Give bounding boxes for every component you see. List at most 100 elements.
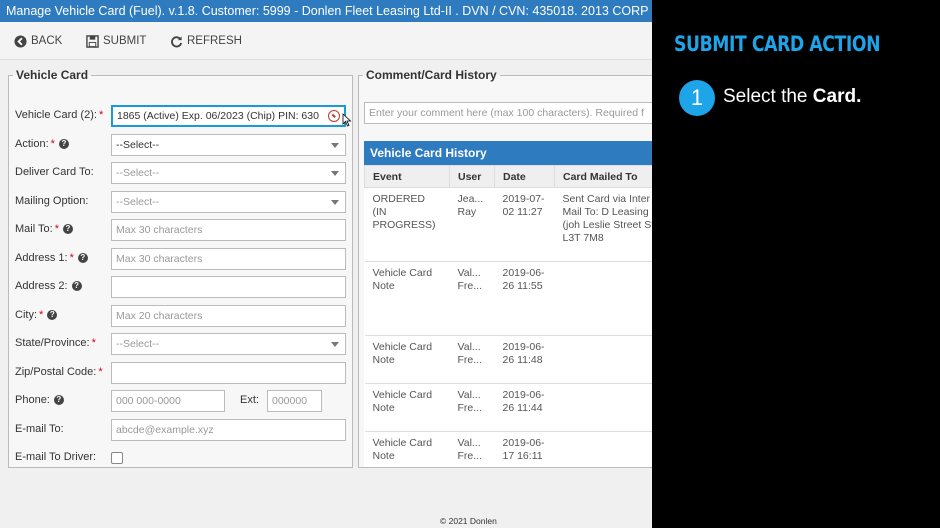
help-icon[interactable]: ? bbox=[71, 281, 82, 291]
deliver-card-select[interactable]: --Select-- bbox=[111, 162, 346, 184]
mail-to-row: Mail To: *? Max 30 characters bbox=[15, 219, 347, 241]
vehicle-card-label: Vehicle Card (2): bbox=[15, 109, 97, 121]
table-row[interactable]: Vehicle Card Note Val... Fre... 2019-06-… bbox=[364, 261, 658, 336]
cell-mailed-to: Sent Card via Inter Priority. Mail To: D… bbox=[554, 187, 658, 262]
cell-event: Vehicle Card Note bbox=[364, 431, 450, 467]
step-text-prefix: Select the bbox=[723, 86, 813, 107]
phone-input[interactable]: 000 000-0000 bbox=[111, 390, 225, 412]
mailing-option-label: Mailing Option: bbox=[15, 195, 89, 207]
save-icon bbox=[86, 34, 99, 48]
deliver-card-row: Deliver Card To: --Select-- bbox=[15, 162, 347, 184]
state-label: State/Province: bbox=[15, 337, 90, 349]
cell-mailed-to bbox=[554, 383, 658, 432]
refresh-button[interactable]: REFRESH bbox=[170, 33, 242, 49]
email-label: E-mail To: bbox=[15, 423, 64, 435]
step-text-bold: Card. bbox=[812, 86, 862, 107]
vehicle-card-row: Vehicle Card (2): * 1865 (Active) Exp. 06… bbox=[15, 105, 352, 127]
state-row: State/Province: * --Select-- bbox=[15, 333, 347, 355]
history-table-title: Vehicle Card History bbox=[364, 141, 658, 165]
address1-label: Address 1: bbox=[15, 252, 68, 264]
refresh-icon bbox=[171, 35, 183, 47]
history-table: Event User Date Card Mailed To ORDERED (… bbox=[364, 165, 658, 467]
help-icon[interactable]: ? bbox=[58, 139, 69, 149]
required-marker: * bbox=[54, 223, 59, 235]
required-marker: * bbox=[91, 337, 96, 349]
deliver-card-label: Deliver Card To: bbox=[15, 166, 94, 178]
comment-history-legend: Comment/Card History bbox=[366, 68, 497, 82]
cell-event: Vehicle Card Note bbox=[364, 383, 450, 432]
email-row: E-mail To: abcde@example.xyz bbox=[15, 419, 347, 441]
email-input[interactable]: abcde@example.xyz bbox=[111, 419, 346, 441]
mailing-option-select[interactable]: --Select-- bbox=[111, 191, 346, 213]
city-row: City: *? Max 20 characters bbox=[15, 305, 347, 327]
comment-input[interactable]: Enter your comment here (max 100 charact… bbox=[364, 102, 658, 124]
back-arrow-icon bbox=[14, 34, 27, 48]
action-row: Action: *? --Select-- bbox=[15, 134, 347, 156]
cell-user: Val... Fre... bbox=[449, 335, 495, 384]
step-number-badge: 1 bbox=[679, 80, 715, 116]
cell-date: 2019-06-26 11:55 bbox=[494, 261, 555, 336]
action-select[interactable]: --Select-- bbox=[111, 134, 346, 156]
zip-row: Zip/Postal Code: * bbox=[15, 362, 347, 384]
table-row[interactable]: Vehicle Card Note Val... Fre... 2019-06-… bbox=[364, 335, 658, 384]
mail-to-label: Mail To: bbox=[15, 223, 53, 235]
instruction-panel: SUBMIT CARD ACTION 1 Select the Card. bbox=[652, 0, 940, 528]
ext-input[interactable]: 000000 bbox=[267, 390, 322, 412]
table-row[interactable]: Vehicle Card Note Val... Fre... 2019-06-… bbox=[364, 431, 658, 467]
window-title: Manage Vehicle Card (Fuel). v.1.8. Custo… bbox=[0, 0, 652, 22]
cell-user: Val... Fre... bbox=[449, 431, 495, 467]
ext-label: Ext: bbox=[240, 394, 259, 406]
state-select[interactable]: --Select-- bbox=[111, 333, 346, 355]
cell-date: 2019-06-17 16:11 bbox=[494, 431, 555, 467]
help-icon[interactable]: ? bbox=[77, 253, 88, 263]
help-icon[interactable]: ? bbox=[53, 395, 64, 405]
instruction-title: SUBMIT CARD ACTION bbox=[674, 32, 881, 56]
address2-input[interactable] bbox=[111, 276, 346, 298]
cell-mailed-to bbox=[554, 431, 658, 467]
vehicle-card-select[interactable]: 1865 (Active) Exp. 06/2023 (Chip) PIN: 6… bbox=[111, 105, 346, 127]
submit-button-label: SUBMIT bbox=[103, 35, 147, 47]
cell-user: Val... Fre... bbox=[449, 383, 495, 432]
phone-label: Phone: bbox=[15, 394, 50, 406]
city-input[interactable]: Max 20 characters bbox=[111, 305, 346, 327]
submit-button[interactable]: SUBMIT bbox=[86, 33, 146, 49]
back-button[interactable]: BACK bbox=[14, 33, 62, 49]
cell-user: Val... Fre... bbox=[449, 261, 495, 336]
cell-date: 2019-06-26 11:48 bbox=[494, 335, 555, 384]
required-marker: * bbox=[50, 138, 55, 150]
copyright-footer: © 2021 Donlen bbox=[440, 516, 497, 526]
cell-user: Jea... Ray bbox=[449, 187, 495, 262]
address1-input[interactable]: Max 30 characters bbox=[111, 248, 346, 270]
refresh-button-label: REFRESH bbox=[187, 35, 242, 47]
table-row[interactable]: Vehicle Card Note Val... Fre... 2019-06-… bbox=[364, 383, 658, 432]
mail-to-input[interactable]: Max 30 characters bbox=[111, 219, 346, 241]
cell-event: ORDERED (IN PROGRESS) bbox=[364, 187, 450, 262]
action-label: Action: bbox=[15, 138, 49, 150]
required-marker: * bbox=[39, 309, 44, 321]
address1-row: Address 1: *? Max 30 characters bbox=[15, 248, 347, 270]
vehicle-card-fieldset: Vehicle Card Vehicle Card (2): * 1865 (Ac… bbox=[8, 68, 353, 468]
address2-row: Address 2:? bbox=[15, 276, 347, 298]
required-marker: * bbox=[98, 366, 103, 378]
vehicle-card-value: 1865 (Active) Exp. 06/2023 (Chip) PIN: 6… bbox=[117, 110, 319, 122]
mailing-option-row: Mailing Option: --Select-- bbox=[15, 191, 347, 213]
address2-label: Address 2: bbox=[15, 280, 68, 292]
help-icon[interactable]: ? bbox=[62, 224, 73, 234]
help-icon[interactable]: ? bbox=[47, 310, 58, 320]
column-header-date[interactable]: Date bbox=[494, 165, 555, 188]
phone-row: Phone:? 000 000-0000 Ext: 000000 bbox=[15, 390, 347, 412]
email-driver-checkbox[interactable] bbox=[111, 452, 123, 464]
city-label: City: bbox=[15, 309, 37, 321]
table-row[interactable]: ORDERED (IN PROGRESS) Jea... Ray 2019-07… bbox=[364, 187, 658, 262]
cell-date: 2019-06-26 11:44 bbox=[494, 383, 555, 432]
step-text: Select the Card. bbox=[723, 86, 861, 108]
clear-selection-icon[interactable] bbox=[328, 110, 340, 122]
zip-input[interactable] bbox=[111, 362, 346, 384]
mouse-cursor-icon bbox=[342, 113, 352, 127]
column-header-card-mailed-to[interactable]: Card Mailed To bbox=[554, 165, 658, 188]
column-header-user[interactable]: User bbox=[449, 165, 495, 188]
cell-mailed-to bbox=[554, 335, 658, 384]
cell-event: Vehicle Card Note bbox=[364, 261, 450, 336]
email-driver-label: E-mail To Driver: bbox=[15, 451, 97, 463]
column-header-event[interactable]: Event bbox=[364, 165, 450, 188]
